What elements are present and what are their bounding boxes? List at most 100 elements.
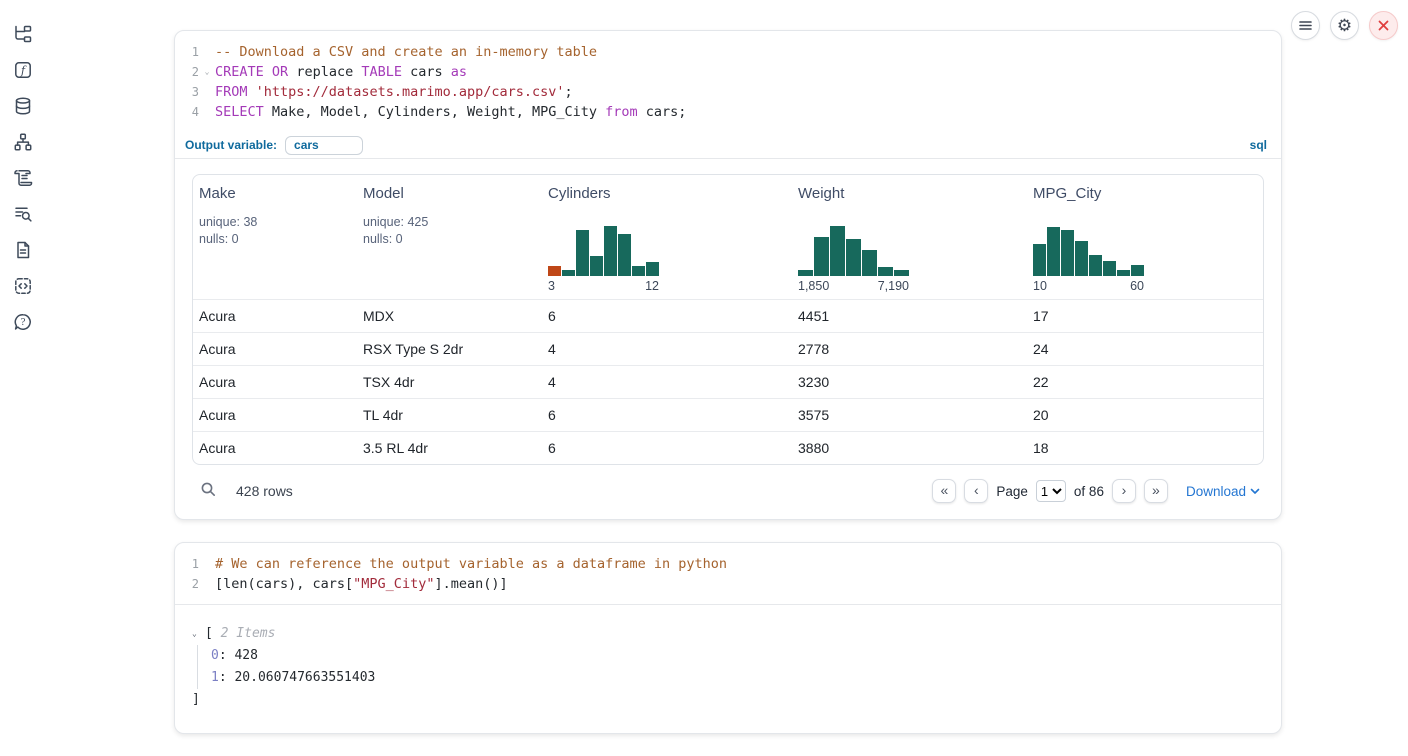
language-badge: sql <box>1250 138 1267 152</box>
line-number: 1 <box>175 42 199 62</box>
sidebar-item-help[interactable]: ? <box>5 304 41 340</box>
sidebar-item-file-tree[interactable] <box>5 16 41 52</box>
table-row[interactable]: AcuraTL 4dr6357520 <box>193 398 1263 431</box>
sql-code-line-4[interactable]: 4SELECT Make, Model, Cylinders, Weight, … <box>175 102 1281 122</box>
close-icon <box>1377 19 1390 32</box>
svg-text:f: f <box>20 64 27 77</box>
sidebar-item-function[interactable]: f <box>5 52 41 88</box>
settings-button[interactable]: ⚙ <box>1330 11 1359 40</box>
tree-root-row[interactable]: ⌄[ 2 Items <box>192 623 1264 645</box>
table-cell: 4 <box>542 341 792 357</box>
column-stats: unique: 425nulls: 0 <box>363 214 536 248</box>
line-number: 2 <box>175 574 199 594</box>
table-body: AcuraMDX6445117AcuraRSX Type S 2dr427782… <box>193 299 1263 464</box>
code-text: # We can reference the output variable a… <box>215 554 727 574</box>
page-label: Page <box>996 484 1028 499</box>
table-cell: MDX <box>357 308 542 324</box>
table-row[interactable]: AcuraRSX Type S 2dr4277824 <box>193 332 1263 365</box>
table-cell: TSX 4dr <box>357 374 542 390</box>
notebook-controls: ⚙ <box>1291 11 1398 40</box>
code-text: FROM 'https://datasets.marimo.app/cars.c… <box>215 82 573 102</box>
python-code-line-1[interactable]: 1 # We can reference the output variable … <box>175 554 1281 574</box>
column-label[interactable]: Weight <box>798 185 1021 202</box>
table-cell: 18 <box>1027 440 1263 456</box>
database-icon <box>13 96 33 116</box>
histogram-bar <box>1089 255 1102 276</box>
next-page-button[interactable]: › <box>1112 479 1136 503</box>
table-row[interactable]: Acura3.5 RL 4dr6388018 <box>193 431 1263 464</box>
table-cell: Acura <box>193 341 357 357</box>
last-page-icon: » <box>1152 483 1160 497</box>
histogram-bar <box>814 237 829 276</box>
column-label[interactable]: MPG_City <box>1033 185 1257 202</box>
tree-open-bracket: [ <box>205 623 213 645</box>
row-count: 428 rows <box>236 483 293 499</box>
python-cell-output: ⌄[ 2 Items0: 4281: 20.060747663551403] <box>175 605 1281 733</box>
python-code-editor[interactable]: 1 # We can reference the output variable … <box>175 543 1281 605</box>
histogram-bars <box>1033 224 1144 276</box>
prev-page-button[interactable]: ‹ <box>964 479 988 503</box>
column-label[interactable]: Model <box>363 185 536 202</box>
sidebar-item-scroll[interactable] <box>5 160 41 196</box>
code-text: CREATE OR replace TABLE cars as <box>215 62 467 82</box>
table-cell: 3.5 RL 4dr <box>357 440 542 456</box>
table-cell: 6 <box>542 440 792 456</box>
chevron-down-icon <box>1250 488 1260 495</box>
column-label[interactable]: Make <box>199 185 351 202</box>
output-variable-input[interactable] <box>285 136 363 155</box>
table-cell: Acura <box>193 374 357 390</box>
gutter-spacer <box>199 574 215 594</box>
shutdown-button[interactable] <box>1369 11 1398 40</box>
page-select[interactable]: 1 <box>1036 480 1066 502</box>
sql-cell-meta-row: Output variable: sql <box>175 132 1281 159</box>
gutter-spacer <box>199 102 215 122</box>
histogram-axis: 1060 <box>1033 279 1144 293</box>
download-button[interactable]: Download <box>1186 484 1260 499</box>
histogram-bar <box>1033 244 1046 276</box>
column-label[interactable]: Cylinders <box>548 185 786 202</box>
table-cell: 6 <box>542 407 792 423</box>
histogram-bar <box>894 270 909 276</box>
table-row[interactable]: AcuraTSX 4dr4323022 <box>193 365 1263 398</box>
first-page-button[interactable]: « <box>932 479 956 503</box>
sidebar-item-code-block[interactable] <box>5 268 41 304</box>
table-row[interactable]: AcuraMDX6445117 <box>193 299 1263 332</box>
sidebar-item-network-graph[interactable] <box>5 124 41 160</box>
menu-button[interactable] <box>1291 11 1320 40</box>
table-search-button[interactable] <box>196 479 221 503</box>
prev-page-icon: ‹ <box>974 483 979 497</box>
histogram-bars <box>548 224 659 276</box>
code-text: [len(cars), cars["MPG_City"].mean()] <box>215 574 508 594</box>
table-column-header-mpg_city: MPG_City 1060 <box>1027 175 1263 299</box>
fold-caret-icon[interactable]: ⌄ <box>199 62 215 82</box>
sql-code-line-2[interactable]: 2⌄CREATE OR replace TABLE cars as <box>175 62 1281 82</box>
line-number: 3 <box>175 82 199 102</box>
tree-collapse-icon[interactable]: ⌄ <box>192 623 205 645</box>
sql-code-line-1[interactable]: 1-- Download a CSV and create an in-memo… <box>175 42 1281 62</box>
sql-cell-output: Makeunique: 38nulls: 0 Model unique: 425nu… <box>175 159 1281 519</box>
sidebar-item-document[interactable] <box>5 232 41 268</box>
last-page-button[interactable]: » <box>1144 479 1168 503</box>
svg-text:?: ? <box>21 318 26 328</box>
gutter-spacer <box>199 42 215 62</box>
sidebar-item-database[interactable] <box>5 88 41 124</box>
histogram-axis: 312 <box>548 279 659 293</box>
sidebar-item-search-list[interactable] <box>5 196 41 232</box>
table-cell: 24 <box>1027 341 1263 357</box>
table-column-header-make: Makeunique: 38nulls: 0 <box>193 175 357 299</box>
code-block-icon <box>13 276 33 296</box>
table-column-header-weight: Weight1,8507,190 <box>792 175 1027 299</box>
sql-code-editor[interactable]: 1-- Download a CSV and create an in-memo… <box>175 31 1281 132</box>
sql-code-line-3[interactable]: 3 FROM 'https://datasets.marimo.app/cars.… <box>175 82 1281 102</box>
tree-entries: 0: 4281: 20.060747663551403 <box>197 645 1264 689</box>
python-code-line-2[interactable]: 2 [len(cars), cars["MPG_City"].mean()] <box>175 574 1281 594</box>
search-list-icon <box>13 204 33 224</box>
table-cell: RSX Type S 2dr <box>357 341 542 357</box>
tree-entry-key: 0 <box>211 645 219 667</box>
table-cell: 6 <box>542 308 792 324</box>
tree-entry-value: : 428 <box>219 645 258 667</box>
table-cell: 2778 <box>792 341 1027 357</box>
line-number: 1 <box>175 554 199 574</box>
help-icon: ? <box>13 312 33 332</box>
table-cell: Acura <box>193 407 357 423</box>
